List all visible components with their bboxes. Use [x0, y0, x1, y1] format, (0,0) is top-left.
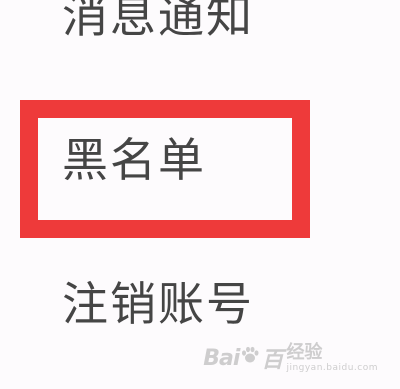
- menu-item-cancel-account[interactable]: 注销账号: [62, 278, 254, 330]
- menu-item-message-notifications[interactable]: 消息通知: [62, 0, 254, 42]
- watermark-right: 经验 jingyan.baidu.com: [286, 341, 378, 373]
- watermark-url: jingyan.baidu.com: [286, 362, 378, 373]
- menu-item-blacklist[interactable]: 黑名单: [62, 134, 206, 186]
- baidu-logo-text: Bai: [203, 345, 240, 371]
- watermark-cn-text: 经验: [286, 341, 323, 363]
- settings-screen: 消息通知 黑名单 注销账号 Bai 百 经验 jingyan.baidu.com: [0, 0, 400, 389]
- baidu-logo-text-end: 百: [261, 348, 283, 373]
- paw-icon: [240, 345, 260, 371]
- baidu-logo: Bai 百: [203, 342, 283, 374]
- baidu-jingyan-watermark: Bai 百 经验 jingyan.baidu.com: [203, 337, 378, 379]
